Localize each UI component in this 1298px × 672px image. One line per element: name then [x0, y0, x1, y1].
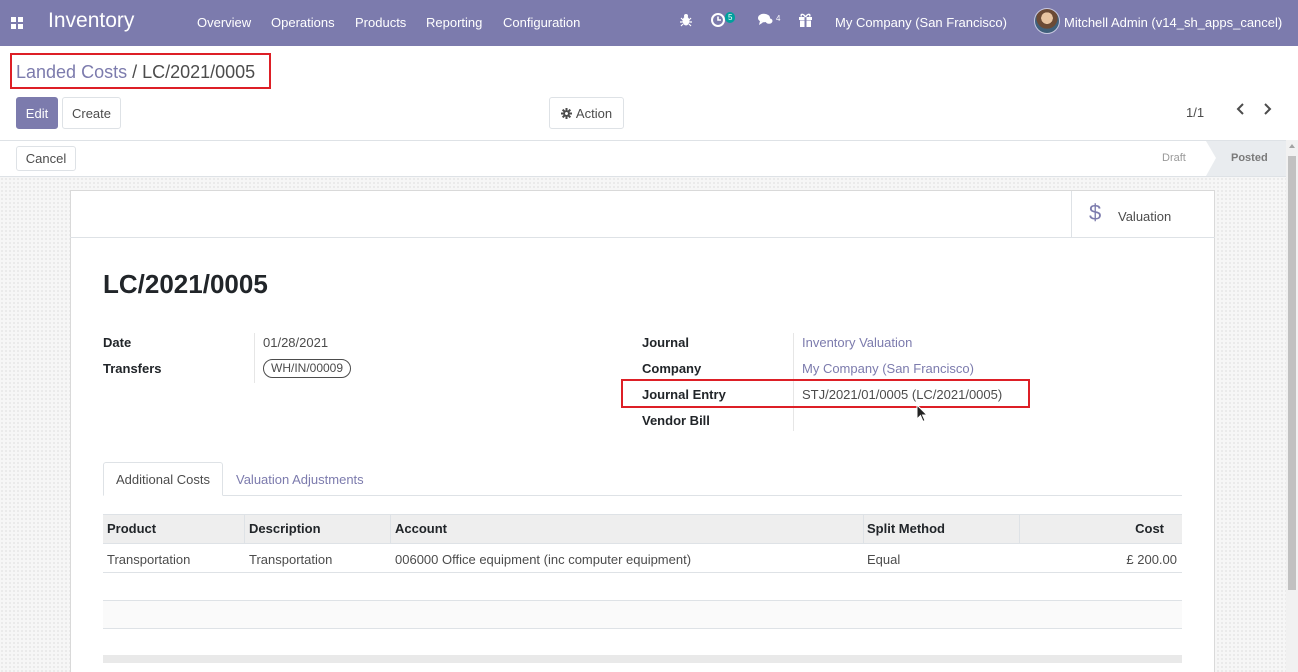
menu-reporting[interactable]: Reporting [426, 15, 482, 30]
message-count: 4 [776, 14, 781, 23]
dollar-icon: $ [1089, 200, 1102, 225]
activity-clock-icon[interactable] [711, 13, 725, 30]
pager-next-icon[interactable] [1263, 102, 1272, 120]
column-separator [1019, 515, 1020, 543]
action-button[interactable]: Action [549, 97, 624, 129]
status-chevron [1206, 141, 1216, 176]
column-separator [390, 515, 391, 543]
table-footer [103, 655, 1182, 663]
tabs-divider [103, 495, 1182, 496]
column-separator [244, 515, 245, 543]
apps-menu-icon[interactable] [11, 17, 23, 29]
pager-value[interactable]: 1/1 [1186, 105, 1204, 120]
tab-valuation-adjustments[interactable]: Valuation Adjustments [236, 472, 364, 487]
column-product[interactable]: Product [107, 521, 156, 536]
menu-products[interactable]: Products [355, 15, 406, 30]
highlight-breadcrumb [10, 53, 271, 89]
menu-configuration[interactable]: Configuration [503, 15, 580, 30]
cell-description: Transportation [249, 552, 333, 567]
valuation-label[interactable]: Valuation [1118, 209, 1171, 224]
highlight-journal-entry [621, 379, 1030, 408]
company-label: Company [642, 361, 702, 376]
company-value[interactable]: My Company (San Francisco) [802, 361, 974, 376]
activity-count-badge: 5 [725, 12, 736, 23]
column-cost[interactable]: Cost [1135, 521, 1164, 536]
transfer-tag[interactable]: WH/IN/00009 [263, 359, 352, 378]
user-menu[interactable]: Mitchell Admin (v14_sh_apps_cancel) [1064, 15, 1282, 30]
column-split-method[interactable]: Split Method [867, 521, 945, 536]
journal-value[interactable]: Inventory Valuation [802, 335, 912, 350]
journal-label: Journal [642, 335, 689, 350]
record-title: LC/2021/0005 [103, 269, 268, 299]
column-account[interactable]: Account [395, 521, 447, 536]
edit-button[interactable]: Edit [16, 97, 58, 129]
scrollbar[interactable] [1286, 140, 1298, 672]
button-box [70, 190, 1215, 238]
gear-icon [560, 107, 572, 119]
top-navbar: Inventory Overview Operations Products R… [0, 0, 1298, 46]
action-label: Action [575, 105, 613, 121]
cell-cost: £ 200.00 [1126, 552, 1177, 567]
cell-split-method: Equal [867, 552, 901, 567]
company-switcher[interactable]: My Company (San Francisco) [835, 15, 1007, 30]
create-button[interactable]: Create [62, 97, 121, 129]
messages-chat-icon[interactable] [758, 13, 773, 29]
date-value: 01/28/2021 [263, 335, 329, 350]
vendor-bill-label: Vendor Bill [642, 413, 710, 428]
empty-row [103, 600, 1182, 628]
mouse-cursor-icon [916, 403, 929, 426]
status-posted[interactable]: Posted [1231, 152, 1268, 164]
gift-icon[interactable] [799, 13, 812, 30]
column-separator [863, 515, 864, 543]
pager-previous-icon[interactable] [1236, 102, 1245, 120]
app-title[interactable]: Inventory [48, 9, 134, 33]
row-divider [103, 600, 1182, 601]
user-avatar[interactable] [1034, 8, 1060, 34]
cell-product: Transportation [107, 552, 191, 567]
cancel-button[interactable]: Cancel [16, 146, 76, 171]
menu-operations[interactable]: Operations [271, 15, 335, 30]
status-bar [0, 140, 1286, 177]
cell-account: 006000 Office equipment (inc computer eq… [395, 552, 692, 567]
transfers-label: Transfers [103, 361, 162, 376]
row-divider [103, 628, 1182, 629]
debug-bug-icon[interactable] [680, 13, 692, 30]
date-label: Date [103, 335, 132, 350]
column-description[interactable]: Description [249, 521, 321, 536]
status-draft[interactable]: Draft [1162, 152, 1186, 164]
tab-additional-costs-label[interactable]: Additional Costs [116, 472, 210, 487]
menu-overview[interactable]: Overview [197, 15, 251, 30]
field-separator [254, 333, 255, 383]
row-divider [103, 572, 1182, 573]
